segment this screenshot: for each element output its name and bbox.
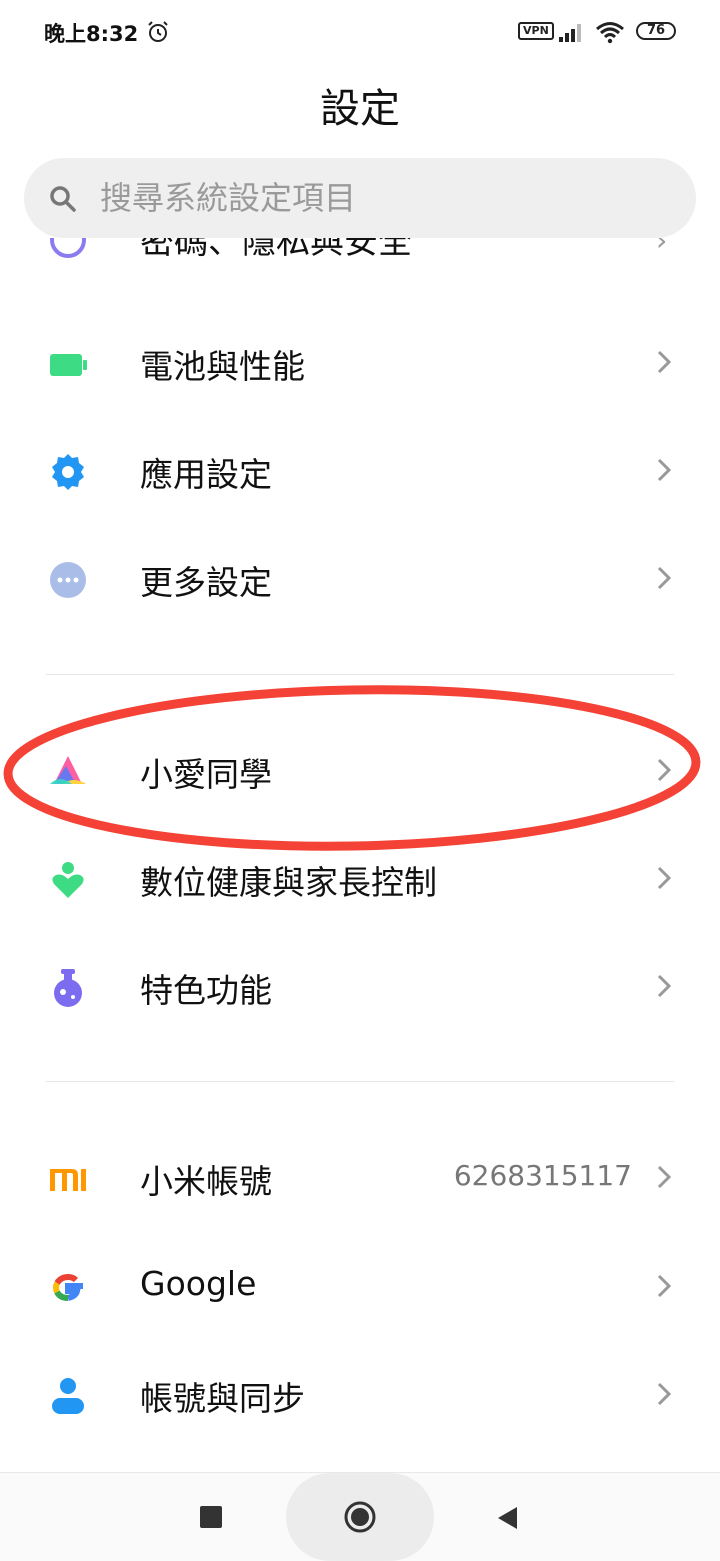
mi-logo-icon: [50, 1169, 86, 1191]
page-title: 設定: [320, 86, 400, 132]
account-id: 6268315117: [453, 1159, 632, 1192]
group-divider: [46, 1081, 674, 1082]
vpn-badge: VPN: [518, 22, 554, 40]
digital-wellbeing-icon: [52, 862, 84, 898]
battery-indicator: 76: [636, 22, 676, 40]
item-label: 電池與性能: [140, 347, 305, 386]
chevron-right-icon: [657, 1165, 672, 1189]
signal-icon: [559, 24, 581, 42]
item-label: 特色功能: [140, 971, 272, 1010]
chevron-right-icon: [657, 1382, 672, 1406]
settings-item-mi-account[interactable]: 小米帳號 6268315117: [0, 1123, 720, 1231]
chevron-right-icon: [657, 1274, 672, 1298]
gear-icon: [52, 454, 84, 490]
battery-icon: [50, 354, 87, 376]
partial-item-label: 密碼、隱私與安全: [140, 238, 412, 262]
more-dots-icon: [50, 562, 86, 598]
chevron-right-icon: [657, 758, 672, 782]
chevron-right-icon: [657, 566, 672, 590]
person-icon: [52, 1378, 84, 1414]
settings-item-account-sync[interactable]: 帳號與同步: [0, 1340, 720, 1448]
chevron-right-icon: [657, 458, 672, 482]
item-label: Google: [140, 1264, 257, 1303]
google-icon: [53, 1273, 83, 1301]
item-label: 數位健康與家長控制: [140, 863, 437, 902]
item-label: 更多設定: [140, 563, 272, 602]
chevron-right-icon: [657, 866, 672, 890]
chevron-right-icon: ›: [656, 238, 668, 257]
wifi-icon: [596, 22, 624, 44]
recents-button[interactable]: [200, 1506, 222, 1528]
chevron-right-icon: [657, 974, 672, 998]
settings-item-google[interactable]: Google: [0, 1232, 720, 1340]
settings-item-battery[interactable]: 電池與性能: [0, 308, 720, 416]
navigation-bar: [0, 1472, 720, 1561]
partial-list-item[interactable]: 密碼、隱私與安全 ›: [0, 238, 720, 272]
alarm-icon: [148, 21, 168, 42]
flask-icon: [54, 969, 82, 1007]
settings-item-digital-wellbeing[interactable]: 數位健康與家長控制: [0, 824, 720, 932]
back-button[interactable]: [495, 1505, 519, 1531]
status-bar: 晚上8:32 VPN 76: [0, 0, 720, 64]
item-label: 小米帳號: [140, 1162, 272, 1201]
settings-item-special-features[interactable]: 特色功能: [0, 932, 720, 1040]
item-label: 應用設定: [140, 455, 272, 494]
status-time: 晚上8:32: [44, 22, 139, 46]
xiaoai-icon: [50, 756, 86, 784]
settings-item-more[interactable]: 更多設定: [0, 524, 720, 632]
settings-item-apps[interactable]: 應用設定: [0, 416, 720, 524]
item-label: 小愛同學: [140, 755, 272, 794]
group-divider: [46, 674, 674, 675]
chevron-right-icon: [657, 350, 672, 374]
home-button[interactable]: [343, 1500, 377, 1534]
settings-item-xiaoai[interactable]: 小愛同學: [0, 716, 720, 824]
search-input[interactable]: [100, 176, 660, 220]
privacy-icon: [50, 238, 86, 258]
search-icon: [50, 186, 76, 212]
item-label: 帳號與同步: [140, 1379, 305, 1418]
